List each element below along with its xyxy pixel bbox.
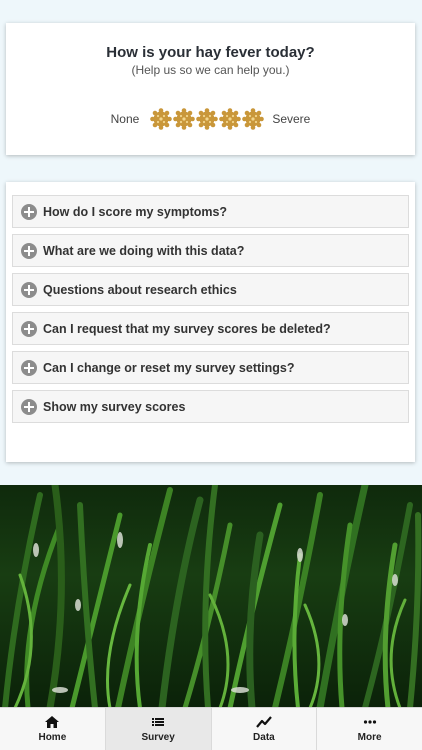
faq-item-show-scores[interactable]: Show my survey scores [12,390,409,423]
tab-home[interactable]: Home [0,708,106,750]
tab-label: Data [253,732,275,743]
grass-blades [2,485,422,708]
grass-background-image [0,485,422,708]
faq-item-label: Can I request that my survey scores be d… [43,321,331,336]
scale-max-label: Severe [272,112,311,126]
plus-circle-icon [21,242,37,259]
faq-item-research-ethics[interactable]: Questions about research ethics [12,273,409,306]
home-icon [45,716,60,728]
faq-card: How do I score my symptoms? What are we … [6,182,415,462]
tab-survey[interactable]: Survey [105,708,212,750]
tab-label: Home [38,732,67,743]
plus-circle-icon [21,320,37,337]
plus-circle-icon [21,398,37,415]
scale-min-label: None [110,112,140,126]
list-icon [152,718,165,726]
tab-more[interactable]: More [317,708,422,750]
plus-circle-icon [21,203,37,220]
faq-item-reset-settings[interactable]: Can I change or reset my survey settings… [12,351,409,384]
survey-subtitle: (Help us so we can help you.) [131,63,290,77]
severity-scale: None Severe [6,108,415,130]
survey-card: How is your hay fever today? (Help us so… [6,23,415,155]
tab-label: More [357,732,382,743]
bottom-tab-bar: Home Survey Data More [0,707,422,750]
plus-circle-icon [21,281,37,298]
faq-item-label: How do I score my symptoms? [43,204,228,219]
faq-item-data-use[interactable]: What are we doing with this data? [12,234,409,267]
chart-line-icon [256,716,272,728]
pollen-flower-icon-5[interactable] [242,108,264,130]
faq-item-delete-scores[interactable]: Can I request that my survey scores be d… [12,312,409,345]
pollen-flower-icon-4[interactable] [219,108,241,130]
more-dots-icon [363,720,376,724]
faq-item-label: Show my survey scores [43,399,186,414]
tab-data[interactable]: Data [212,708,318,750]
pollen-flower-icon-1[interactable] [150,108,172,130]
plus-circle-icon [21,359,37,376]
pollen-flower-icon-2[interactable] [173,108,195,130]
faq-item-label: Questions about research ethics [43,282,237,297]
survey-question: How is your hay fever today? [106,44,315,61]
pollen-flower-icon-3[interactable] [196,108,218,130]
faq-item-label: Can I change or reset my survey settings… [43,360,295,375]
faq-item-label: What are we doing with this data? [43,243,245,258]
tab-label: Survey [141,732,175,743]
faq-item-score-symptoms[interactable]: How do I score my symptoms? [12,195,409,228]
